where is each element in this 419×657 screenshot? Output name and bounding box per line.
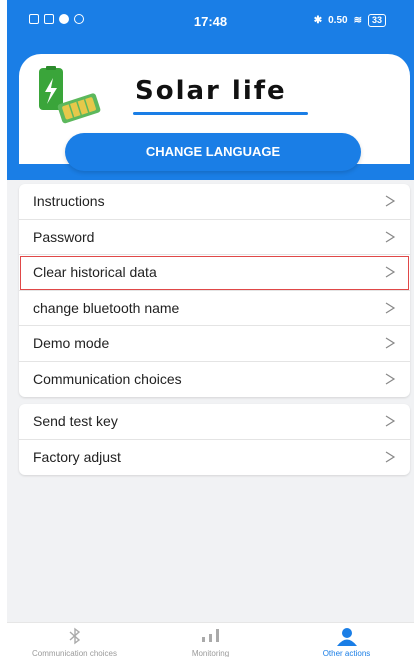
tab-label: Monitoring <box>191 649 230 657</box>
title-underline <box>133 112 308 115</box>
app-screen: 17:48 ✱ 0.50 ≋ 33 Solar life CHANGE LANG… <box>7 0 414 657</box>
app-title: Solar life <box>135 76 287 106</box>
menu-item-change-bluetooth-name[interactable]: change bluetooth name <box>19 291 410 326</box>
network-speed: 0.50 <box>328 15 348 26</box>
advanced-menu: Send test key Factory adjust <box>19 404 410 475</box>
chevron-right-icon <box>385 266 396 278</box>
menu-item-password[interactable]: Password <box>19 220 410 255</box>
tab-communication-choices[interactable]: Communication choices <box>7 623 142 657</box>
menu-item-label: Password <box>33 228 95 245</box>
settings-menu: Instructions Password Clear historical d… <box>19 184 410 397</box>
menu-item-send-test-key[interactable]: Send test key <box>19 404 410 440</box>
person-icon <box>336 628 357 646</box>
tab-label: Other actions <box>322 649 371 657</box>
menu-item-label: Send test key <box>33 413 118 429</box>
menu-item-communication-choices[interactable]: Communication choices <box>19 362 410 398</box>
menu-item-label: Demo mode <box>33 335 110 351</box>
wifi-icon: ≋ <box>353 15 362 26</box>
status-indicators: ✱ 0.50 ≋ 33 <box>314 14 386 27</box>
chevron-right-icon <box>385 415 396 427</box>
bottom-tab-bar: Communication choices Monitoring Other a… <box>7 622 414 657</box>
chevron-right-icon <box>385 372 396 385</box>
signal-bars-icon <box>201 629 219 642</box>
chevron-right-icon <box>385 337 396 349</box>
solar-battery-logo-icon <box>39 66 101 124</box>
bluetooth-icon <box>69 627 80 645</box>
tab-other-actions[interactable]: Other actions <box>279 623 414 657</box>
menu-item-clear-historical-data[interactable]: Clear historical data <box>19 255 410 291</box>
chevron-right-icon <box>385 450 396 463</box>
menu-item-demo-mode[interactable]: Demo mode <box>19 326 410 362</box>
tab-label: Communication choices <box>32 649 117 657</box>
menu-item-label: Communication choices <box>33 370 182 387</box>
menu-item-label: Factory adjust <box>33 448 121 465</box>
chevron-right-icon <box>385 195 396 207</box>
menu-item-instructions[interactable]: Instructions <box>19 184 410 220</box>
status-bar: 17:48 ✱ 0.50 ≋ 33 <box>7 0 414 50</box>
change-language-button[interactable]: CHANGE LANGUAGE <box>65 133 361 171</box>
bluetooth-status-icon: ✱ <box>313 15 323 26</box>
battery-icon: 33 <box>367 14 386 27</box>
chevron-right-icon <box>385 301 396 314</box>
menu-item-label: Instructions <box>33 193 105 209</box>
tab-monitoring[interactable]: Monitoring <box>143 623 278 657</box>
menu-item-label: Clear historical data <box>33 264 157 280</box>
battery-level: 33 <box>371 15 382 25</box>
menu-item-factory-adjust[interactable]: Factory adjust <box>19 440 410 476</box>
chevron-right-icon <box>385 230 396 243</box>
menu-item-label: change bluetooth name <box>33 299 180 316</box>
